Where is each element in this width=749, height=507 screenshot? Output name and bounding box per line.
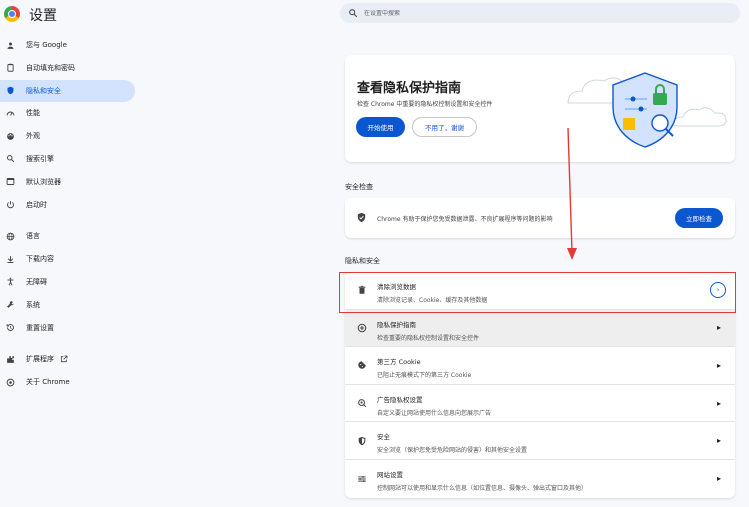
list-item-title: 第三方 Cookie — [377, 358, 421, 367]
speedometer-icon — [5, 108, 15, 118]
list-item-title: 网站设置 — [377, 470, 403, 479]
sidebar-item-label: 重置设置 — [26, 323, 54, 332]
chrome-logo-icon — [5, 377, 15, 387]
sidebar-divider — [0, 339, 135, 348]
sidebar: 您与 Google 自动填充和密码 隐私和安全 性能 外观 搜索引擎 默认浏览器… — [0, 34, 135, 394]
browser-window-icon — [5, 177, 15, 187]
list-item-privacy-guide[interactable]: 隐私保护指南 检查重要的隐私权控制设置和安全控件 ▸ — [345, 309, 735, 348]
sidebar-item-label: 性能 — [26, 109, 40, 118]
download-icon — [5, 254, 15, 264]
sidebar-item-label: 自动填充和密码 — [26, 63, 75, 72]
security-shield-icon — [356, 435, 367, 446]
list-item-title: 清除浏览数据 — [377, 283, 416, 291]
list-item-subtitle: 安全浏览（保护您免受危险网站的侵害）和其他安全设置 — [377, 447, 528, 455]
search-icon — [349, 9, 358, 18]
trash-icon — [356, 285, 367, 296]
sidebar-item-default-browser[interactable]: 默认浏览器 — [0, 171, 135, 193]
open-in-new-icon[interactable] — [60, 355, 68, 363]
person-icon — [5, 40, 15, 50]
list-item-subtitle: 已阻止无痕模式下的第三方 Cookie — [377, 372, 472, 380]
ad-privacy-icon — [356, 398, 367, 409]
palette-icon — [5, 131, 15, 141]
privacy-security-list: 清除浏览数据 清除浏览记录、Cookie、缓存及其他数据 › 隐私保护指南 检查… — [345, 272, 735, 498]
sidebar-item-label: 默认浏览器 — [26, 177, 61, 186]
sidebar-item-languages[interactable]: 语言 — [0, 225, 135, 247]
clipboard-icon — [5, 63, 15, 73]
globe-icon — [5, 231, 15, 241]
sidebar-item-on-startup[interactable]: 启动时 — [0, 194, 135, 216]
sidebar-item-label: 扩展程序 — [26, 355, 54, 364]
list-item-title: 安全 — [377, 433, 390, 442]
sidebar-item-autofill[interactable]: 自动填充和密码 — [0, 57, 135, 79]
sidebar-item-label: 外观 — [26, 132, 40, 141]
sidebar-item-you-and-google[interactable]: 您与 Google — [0, 34, 135, 56]
list-item-title: 广告隐私权设置 — [377, 395, 423, 404]
dismiss-button[interactable]: 不用了，谢谢 — [412, 117, 477, 137]
shield-icon — [5, 86, 15, 96]
sidebar-item-performance[interactable]: 性能 — [0, 102, 135, 124]
chevron-right-icon: ▸ — [716, 398, 721, 408]
sidebar-item-label: 搜索引擎 — [26, 154, 54, 163]
cookie-icon — [356, 360, 367, 371]
privacy-guide-illustration — [567, 72, 727, 148]
sidebar-divider — [0, 216, 135, 225]
sidebar-item-reset-settings[interactable]: 重置设置 — [0, 317, 135, 339]
accessibility-icon — [5, 277, 15, 287]
sidebar-item-label: 语言 — [26, 232, 40, 241]
history-icon — [5, 323, 15, 333]
sidebar-item-privacy-security[interactable]: 隐私和安全 — [0, 79, 135, 102]
security-shield-icon — [357, 212, 366, 223]
list-item-title: 隐私保护指南 — [377, 320, 416, 329]
tune-icon — [356, 473, 367, 484]
list-item-subtitle: 清除浏览记录、Cookie、缓存及其他数据 — [377, 297, 488, 304]
privacy-guide-card: 查看隐私保护指南 检查 Chrome 中重要的隐私权控制设置和安全控件 开始使用… — [345, 55, 735, 162]
app-header: 设置 — [0, 0, 749, 30]
list-item-site-settings[interactable]: 网站设置 控制网站可以使用和显示什么信息（如位置信息、摄像头、弹出式窗口及其他）… — [345, 460, 735, 498]
sidebar-item-about-chrome[interactable]: 关于 Chrome — [0, 371, 135, 393]
sidebar-item-extensions[interactable]: 扩展程序 — [0, 348, 135, 370]
privacy-security-heading: 隐私和安全 — [345, 257, 380, 265]
sidebar-item-accessibility[interactable]: 无障碍 — [0, 271, 135, 293]
sidebar-item-downloads[interactable]: 下载内容 — [0, 248, 135, 270]
add-circle-icon — [356, 322, 367, 333]
wrench-icon — [5, 300, 15, 310]
chevron-right-icon: ▸ — [716, 436, 721, 446]
list-item-clear-browsing-data[interactable]: 清除浏览数据 清除浏览记录、Cookie、缓存及其他数据 › — [345, 272, 735, 310]
sidebar-item-label: 隐私和安全 — [26, 86, 61, 95]
search-icon — [5, 154, 15, 164]
list-item-subtitle: 检查重要的隐私权控制设置和安全控件 — [377, 334, 480, 342]
sidebar-item-label: 系统 — [26, 300, 40, 309]
chevron-right-icon[interactable]: › — [710, 282, 726, 299]
sidebar-item-label: 关于 Chrome — [26, 378, 70, 387]
chevron-right-icon: ▸ — [716, 474, 721, 484]
sidebar-item-label: 无障碍 — [26, 277, 47, 286]
start-button[interactable]: 开始使用 — [356, 117, 405, 137]
chevron-right-icon: ▸ — [716, 323, 721, 333]
sidebar-item-label: 启动时 — [26, 200, 47, 209]
safety-check-card: Chrome 有助于保护您免受数据泄露、不良扩展程序等问题的影响 立即检查 — [345, 198, 735, 238]
sidebar-item-system[interactable]: 系统 — [0, 294, 135, 316]
sidebar-item-search-engine[interactable]: 搜索引擎 — [0, 148, 135, 170]
sidebar-item-label: 下载内容 — [26, 255, 54, 264]
privacy-guide-description: 检查 Chrome 中重要的隐私权控制设置和安全控件 — [357, 101, 493, 108]
privacy-guide-title: 查看隐私保护指南 — [357, 81, 462, 96]
search-input[interactable] — [364, 9, 724, 17]
safety-check-heading: 安全检查 — [345, 183, 373, 191]
sidebar-item-appearance[interactable]: 外观 — [0, 125, 135, 147]
list-item-subtitle: 控制网站可以使用和显示什么信息（如位置信息、摄像头、弹出式窗口及其他） — [377, 484, 588, 492]
chevron-right-icon: ▸ — [716, 360, 721, 370]
list-item-security[interactable]: 安全 安全浏览（保护您免受危险网站的侵害）和其他安全设置 ▸ — [345, 422, 735, 460]
list-item-subtitle: 自定义要让网站使用什么信息向您展示广告 — [377, 409, 492, 417]
search-bar[interactable] — [340, 3, 740, 23]
safety-check-description: Chrome 有助于保护您免受数据泄露、不良扩展程序等问题的影响 — [377, 216, 553, 223]
sidebar-item-label: 您与 Google — [26, 41, 67, 49]
list-item-third-party-cookies[interactable]: 第三方 Cookie 已阻止无痕模式下的第三方 Cookie ▸ — [345, 347, 735, 385]
power-icon — [5, 200, 15, 210]
chrome-logo-icon — [4, 6, 20, 22]
check-now-button[interactable]: 立即检查 — [675, 208, 723, 228]
app-title: 设置 — [29, 8, 57, 24]
list-item-ad-privacy[interactable]: 广告隐私权设置 自定义要让网站使用什么信息向您展示广告 ▸ — [345, 385, 735, 423]
puzzle-icon — [5, 354, 15, 364]
